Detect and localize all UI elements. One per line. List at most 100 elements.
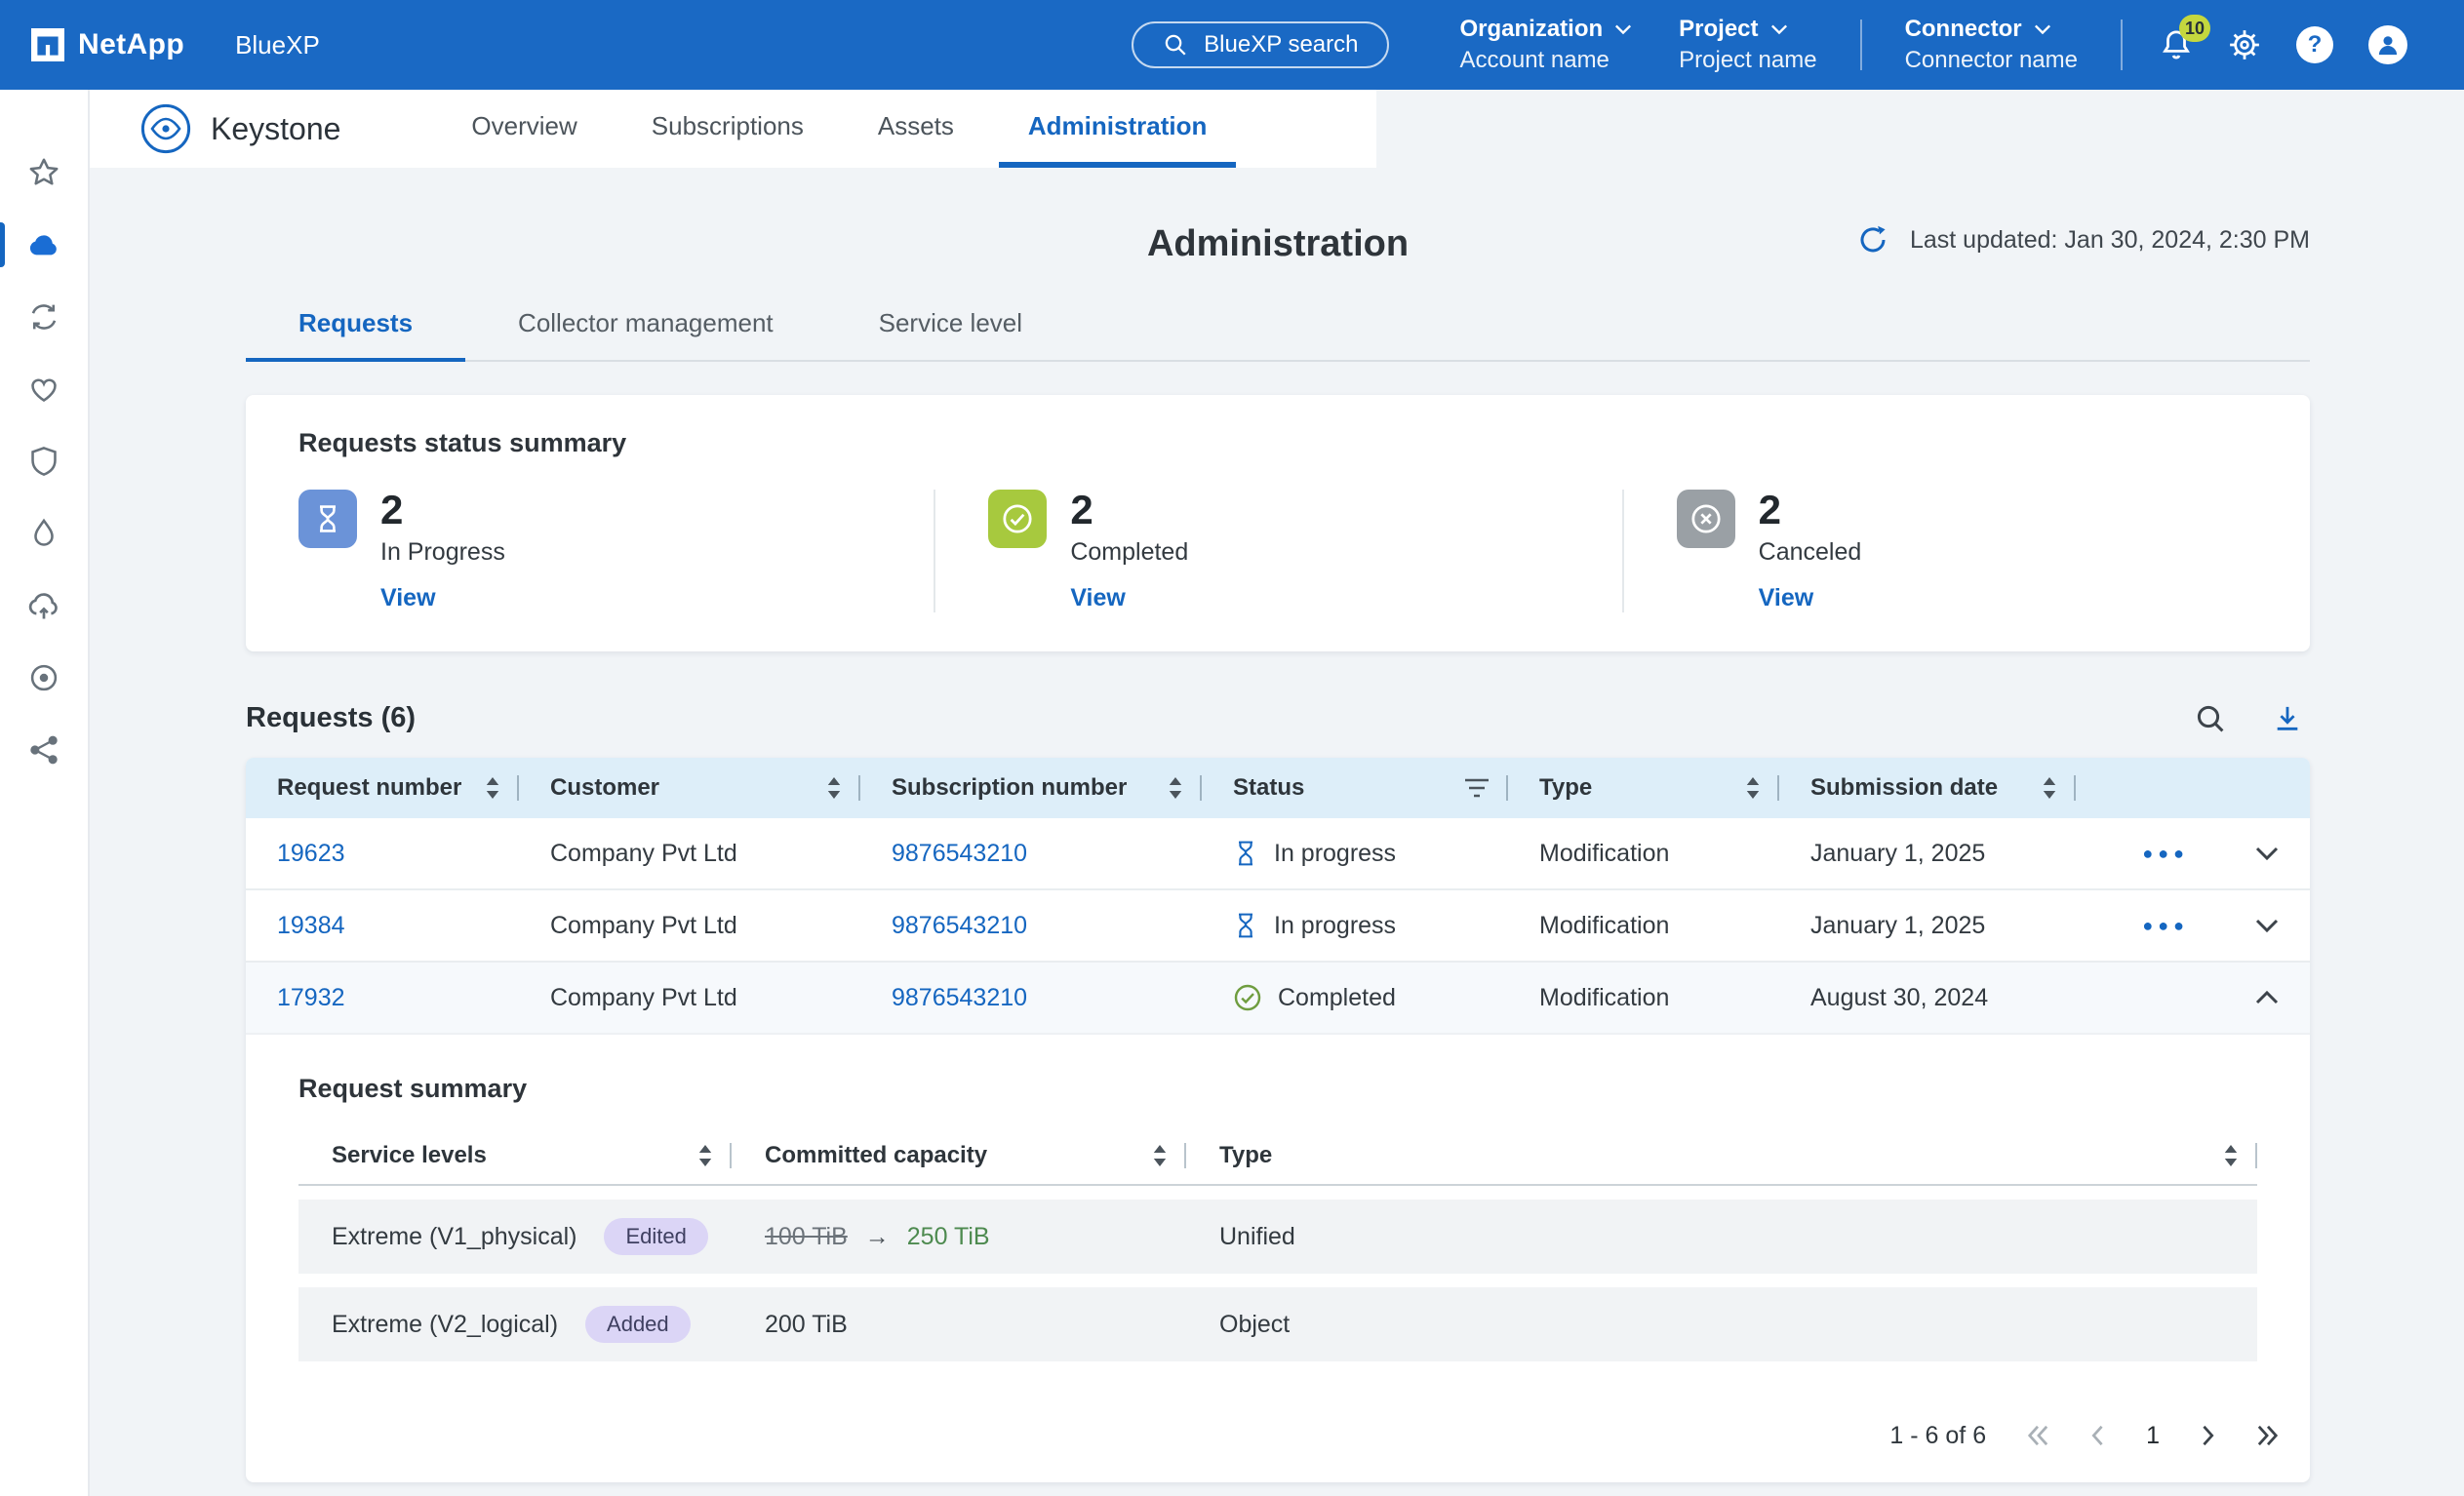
help-button[interactable]: ? bbox=[2296, 26, 2333, 63]
type-cell: Modification bbox=[1508, 890, 1779, 961]
sort-icon[interactable] bbox=[1169, 777, 1182, 799]
account-button[interactable] bbox=[2368, 25, 2407, 64]
row-collapse-button[interactable] bbox=[2251, 986, 2283, 1009]
pagination-last-button[interactable] bbox=[2257, 1425, 2279, 1446]
sort-icon[interactable] bbox=[2224, 1145, 2238, 1166]
row-menu-button[interactable]: ●●● bbox=[2138, 912, 2193, 940]
organization-menu[interactable]: Organization Account name bbox=[1459, 16, 1632, 74]
request-number-cell: 17932 bbox=[246, 963, 519, 1033]
requests-head: Requests (6) bbox=[246, 702, 2310, 734]
row-expand-button[interactable] bbox=[2251, 914, 2283, 937]
last-updated-text: Last updated: Jan 30, 2024, 2:30 PM bbox=[1910, 226, 2310, 255]
chevron-right-icon bbox=[2201, 1425, 2216, 1446]
requests-table-card: Request number Customer Subscription num… bbox=[246, 758, 2310, 1482]
column-header-request-number[interactable]: Request number bbox=[246, 758, 519, 818]
health-heart-icon bbox=[27, 373, 60, 406]
table-row: 19384 Company Pvt Ltd 9876543210 In prog… bbox=[246, 890, 2310, 963]
column-label: Type bbox=[1539, 774, 1592, 802]
view-canceled-link[interactable]: View bbox=[1759, 584, 1862, 612]
tab-overview[interactable]: Overview bbox=[442, 90, 606, 168]
governance-drop-icon bbox=[27, 517, 60, 550]
subscription-number-link[interactable]: 9876543210 bbox=[892, 840, 1027, 868]
netapp-logo[interactable]: NetApp bbox=[31, 28, 184, 61]
double-chevron-right-icon bbox=[2257, 1425, 2279, 1446]
row-expand-button[interactable] bbox=[2251, 842, 2283, 865]
sidebar-item-favorites[interactable] bbox=[0, 137, 89, 209]
actions-cell: ●●● bbox=[2076, 818, 2310, 888]
request-number-link[interactable]: 19623 bbox=[277, 840, 345, 868]
capacity-cell: 200 TiB bbox=[732, 1311, 1186, 1339]
tab-requests[interactable]: Requests bbox=[246, 308, 465, 362]
sidebar-item-health[interactable] bbox=[0, 353, 89, 425]
status-cell: In progress bbox=[1202, 890, 1508, 961]
sort-icon[interactable] bbox=[827, 777, 841, 799]
sort-icon[interactable] bbox=[698, 1145, 712, 1166]
table-download-button[interactable] bbox=[2273, 704, 2302, 733]
stat-count: 2 bbox=[1070, 490, 1188, 531]
organization-value: Account name bbox=[1459, 47, 1632, 74]
column-label: Service levels bbox=[332, 1142, 487, 1169]
tab-collector-management[interactable]: Collector management bbox=[465, 308, 826, 362]
row-menu-button[interactable]: ●●● bbox=[2138, 840, 2193, 868]
sort-icon[interactable] bbox=[1746, 777, 1760, 799]
edited-badge: Edited bbox=[604, 1218, 707, 1255]
sort-icon[interactable] bbox=[486, 777, 499, 799]
pagination-next-button[interactable] bbox=[2201, 1425, 2216, 1446]
project-menu[interactable]: Project Project name bbox=[1679, 16, 1816, 74]
request-number-link[interactable]: 19384 bbox=[277, 912, 345, 940]
actions-cell bbox=[2076, 963, 2310, 1033]
mobility-cloud-arrow-icon bbox=[26, 588, 61, 623]
sort-icon[interactable] bbox=[2043, 777, 2056, 799]
column-header-service-levels[interactable]: Service levels bbox=[298, 1127, 732, 1184]
page-content: Administration Last updated: Jan 30, 202… bbox=[246, 218, 2310, 1482]
request-number-link[interactable]: 17932 bbox=[277, 984, 345, 1012]
pagination-first-button[interactable] bbox=[2027, 1425, 2048, 1446]
column-header-subscription-number[interactable]: Subscription number bbox=[860, 758, 1202, 818]
capacity-cell: 100 TiB → 250 TiB bbox=[732, 1223, 1186, 1251]
sidebar-item-protection[interactable] bbox=[0, 425, 89, 497]
service-level-text: Extreme (V2_logical) bbox=[332, 1311, 558, 1339]
column-header-status[interactable]: Status bbox=[1202, 758, 1508, 818]
pagination: 1 - 6 of 6 1 bbox=[246, 1389, 2310, 1482]
column-header-type[interactable]: Type bbox=[1508, 758, 1779, 818]
column-label: Subscription number bbox=[892, 774, 1127, 802]
subscription-number-link[interactable]: 9876543210 bbox=[892, 984, 1027, 1012]
settings-button[interactable] bbox=[2228, 28, 2261, 61]
pagination-prev-button[interactable] bbox=[2089, 1425, 2105, 1446]
table-search-button[interactable] bbox=[2195, 703, 2226, 734]
chevron-down-icon bbox=[1770, 23, 1788, 35]
view-completed-link[interactable]: View bbox=[1070, 584, 1188, 612]
hourglass-icon bbox=[1233, 912, 1258, 939]
view-in-progress-link[interactable]: View bbox=[380, 584, 505, 612]
service-level-row: Extreme (V1_physical) Edited 100 TiB → 2… bbox=[298, 1200, 2257, 1274]
tab-subscriptions[interactable]: Subscriptions bbox=[622, 90, 833, 168]
subscription-number-link[interactable]: 9876543210 bbox=[892, 912, 1027, 940]
column-header-submission-date[interactable]: Submission date bbox=[1779, 758, 2076, 818]
tab-assets[interactable]: Assets bbox=[849, 90, 983, 168]
connector-menu[interactable]: Connector Connector name bbox=[1905, 16, 2078, 74]
search-icon bbox=[2195, 703, 2226, 734]
subscription-cell: 9876543210 bbox=[860, 890, 1202, 961]
column-header-committed-capacity[interactable]: Committed capacity bbox=[732, 1127, 1186, 1184]
refresh-button[interactable] bbox=[1857, 224, 1888, 256]
sidebar-item-workloads[interactable] bbox=[0, 281, 89, 353]
tab-administration[interactable]: Administration bbox=[999, 90, 1236, 168]
notifications-button[interactable]: 10 bbox=[2160, 28, 2193, 61]
sort-icon[interactable] bbox=[1153, 1145, 1167, 1166]
table-row: 19623 Company Pvt Ltd 9876543210 In prog… bbox=[246, 818, 2310, 890]
bluexp-search-button[interactable]: BlueXP search bbox=[1132, 21, 1389, 68]
cancel-circle-icon bbox=[1677, 490, 1735, 548]
sidebar-item-mobility[interactable] bbox=[0, 570, 89, 642]
column-header-type[interactable]: Type bbox=[1186, 1127, 2257, 1184]
filter-icon[interactable] bbox=[1465, 778, 1489, 798]
chevron-left-icon bbox=[2089, 1425, 2105, 1446]
column-header-customer[interactable]: Customer bbox=[519, 758, 860, 818]
tab-service-level[interactable]: Service level bbox=[826, 308, 1075, 362]
sidebar-item-observability[interactable] bbox=[0, 642, 89, 714]
stat-count: 2 bbox=[380, 490, 505, 531]
pagination-current-page[interactable]: 1 bbox=[2146, 1422, 2160, 1450]
sidebar-item-extensions[interactable] bbox=[0, 714, 89, 786]
requests-table-header: Request number Customer Subscription num… bbox=[246, 758, 2310, 818]
sidebar-item-canvas[interactable] bbox=[0, 209, 89, 281]
sidebar-item-governance[interactable] bbox=[0, 497, 89, 570]
